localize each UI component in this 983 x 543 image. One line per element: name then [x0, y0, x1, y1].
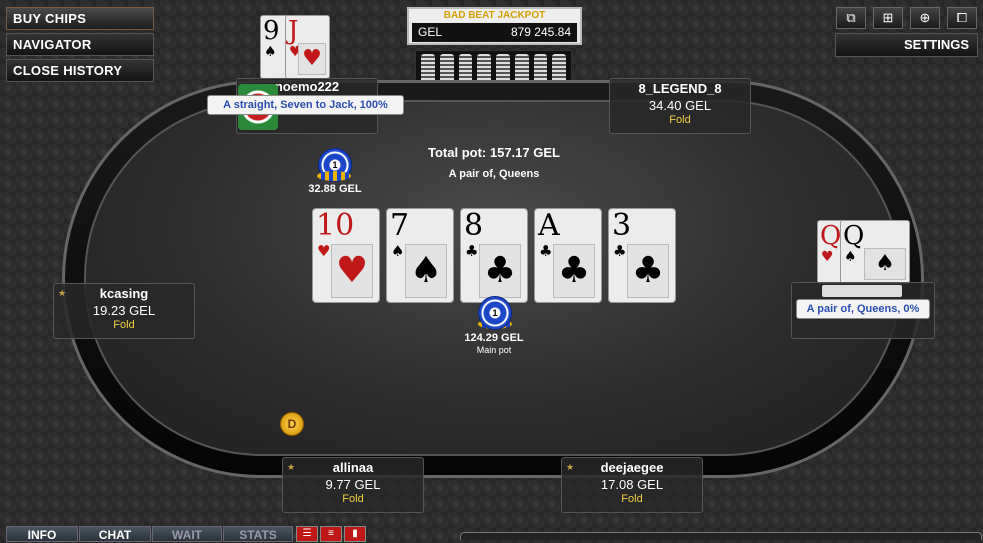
player-status: Fold [669, 114, 691, 126]
jackpot-amount: 879 245.84 [510, 25, 571, 39]
spade-icon: ♠ [264, 44, 277, 60]
board-card-4: A ♣ ♣ [534, 208, 602, 303]
club-icon: ♣ [627, 244, 669, 298]
card-rank: 3 [612, 208, 632, 243]
masked-player-name [822, 285, 902, 297]
player-stack: 9.77 GEL [325, 477, 381, 492]
card-rank: Q [820, 221, 842, 251]
jackpot-panel: BAD BEAT JACKPOT GEL 879 245.84 [407, 7, 582, 45]
player-status: Fold [342, 493, 364, 505]
player-name: deejaegee [600, 460, 664, 475]
lobby-icon[interactable]: ⧠ [947, 7, 977, 29]
tab-info[interactable]: INFO [6, 526, 78, 542]
main-pot-chip: 1 [478, 296, 512, 330]
board-card-3: 8 ♣ ♣ [460, 208, 528, 303]
star-icon: ★ [566, 462, 575, 472]
dealer-button: D [280, 412, 304, 436]
bet-chip-stack-noemo222 [317, 171, 351, 181]
main-pot-label: Main pot [476, 345, 512, 355]
grid-icon[interactable]: ⊞ [873, 7, 903, 29]
bars-icon[interactable]: ▮ [344, 526, 366, 542]
player-stack: 17.08 GEL [600, 477, 664, 492]
player-name: kcasing [99, 286, 149, 301]
menu-icon[interactable]: ≡ [320, 526, 342, 542]
star-icon: ★ [58, 288, 67, 298]
close-history-button[interactable]: CLOSE HISTORY [6, 59, 154, 82]
card-rank: J [288, 16, 299, 46]
club-icon: ♣ [465, 242, 479, 260]
add-table-icon[interactable]: ⊕ [910, 7, 940, 29]
bet-amount-noemo222: 32.88 GEL [308, 183, 362, 195]
card-rank: 7 [390, 208, 410, 243]
card-rank: 9 [263, 16, 280, 46]
tab-wait[interactable]: WAIT [152, 526, 222, 542]
club-icon: ♣ [479, 244, 521, 298]
seat-allinaa[interactable]: ★ allinaa 9.77 GEL Fold [282, 457, 424, 513]
noemo-hole-card-2: J ♥ ♥ [285, 15, 330, 79]
club-icon: ♣ [539, 242, 553, 260]
player-status: Fold [621, 493, 643, 505]
board-card-2: 7 ♠ ♠ [386, 208, 454, 303]
card-rank: 8 [464, 208, 484, 243]
main-pot-amount: 124.29 GEL [464, 332, 524, 344]
spade-icon: ♠ [844, 249, 857, 265]
hand-bubble-noemo222: A straight, Seven to Jack, 100% [207, 95, 404, 115]
player-stack: 19.23 GEL [92, 303, 156, 318]
notes-icon[interactable]: ☰ [296, 526, 318, 542]
star-icon: ★ [287, 462, 296, 472]
windows-icon[interactable]: ⧉ [836, 7, 866, 29]
heart-icon: ♥ [821, 249, 834, 265]
card-rank: Q [843, 221, 865, 251]
heart-icon: ♥ [331, 244, 373, 298]
board-card-1: 10 ♥ ♥ [312, 208, 380, 303]
settings-button[interactable]: SETTINGS [835, 33, 978, 57]
jackpot-currency: GEL [418, 25, 443, 39]
player-status: Fold [113, 319, 135, 331]
seat-8-legend-8[interactable]: 8_LEGEND_8 34.40 GEL Fold [609, 78, 751, 134]
club-icon: ♣ [553, 244, 595, 298]
heart-icon: ♥ [298, 43, 326, 75]
player-stack: 34.40 GEL [648, 98, 712, 113]
buy-chips-button[interactable]: BUY CHIPS [6, 7, 154, 30]
spade-icon: ♠ [391, 242, 405, 260]
club-icon: ♣ [613, 242, 627, 260]
heart-icon: ♥ [317, 242, 331, 260]
tab-chat[interactable]: CHAT [79, 526, 151, 542]
jackpot-title: BAD BEAT JACKPOT [409, 9, 580, 22]
card-rank: A [538, 208, 560, 243]
seat-deejaegee[interactable]: ★ deejaegee 17.08 GEL Fold [561, 457, 703, 513]
right-hole-card-2: Q ♠ ♠ [840, 220, 910, 284]
board-card-5: 3 ♣ ♣ [608, 208, 676, 303]
spade-icon: ♠ [405, 244, 447, 298]
tab-stats[interactable]: STATS [223, 526, 293, 542]
card-rank: 10 [316, 208, 355, 243]
player-name: allinaa [332, 460, 374, 475]
pot-hand-description: A pair of, Queens [448, 168, 540, 180]
spade-icon: ♠ [864, 248, 906, 280]
seat-kcasing[interactable]: ★ kcasing 19.23 GEL Fold [53, 283, 195, 339]
hand-bubble-right-player: A pair of, Queens, 0% [796, 299, 930, 319]
player-name: 8_LEGEND_8 [638, 81, 722, 96]
total-pot: Total pot: 157.17 GEL [428, 145, 560, 160]
navigator-button[interactable]: NAVIGATOR [6, 33, 154, 56]
